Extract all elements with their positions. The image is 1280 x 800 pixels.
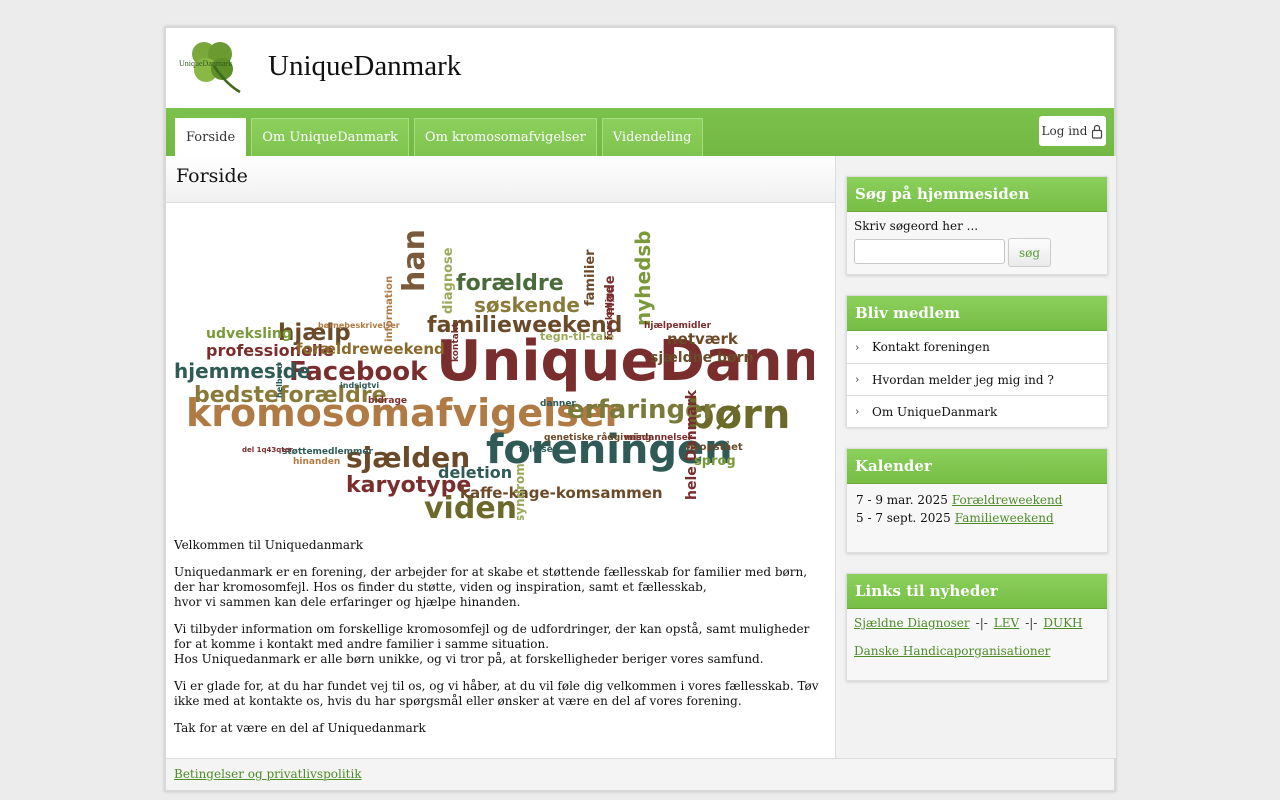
word-cloud-word: søskende [474, 293, 580, 317]
word-cloud-word: hjemmeside [174, 359, 311, 383]
word-cloud-word: indsigtvi [340, 381, 379, 390]
event-link[interactable]: Forældreweekend [952, 491, 1063, 509]
paragraph: Vi er glade for, at du har fundet vej ti… [174, 679, 819, 708]
paragraph: Uniquedanmark er en forening, der arbejd… [174, 565, 808, 609]
links-box-title: Links til nyheder [847, 574, 1107, 609]
member-box: Bliv medlem › Kontakt foreningen › Hvord… [846, 295, 1108, 427]
page-title: Forside [166, 156, 835, 203]
link-sjaeldne-diagnoser[interactable]: Sjældne Diagnoser [854, 616, 970, 631]
word-cloud-word: støttemedlemmer [282, 447, 374, 457]
word-cloud-word: netværk [667, 330, 739, 348]
login-label: Log ind [1041, 124, 1088, 138]
site-title[interactable]: UniqueDanmark [268, 50, 461, 83]
word-cloud-word: forældreweekend [296, 340, 445, 358]
links-box: Links til nyheder Sjældne Diagnoser -|- … [846, 573, 1108, 681]
link-lev[interactable]: LEV [994, 616, 1019, 631]
word-cloud-word: børnebeskrivelser [318, 321, 400, 330]
word-cloud-word: sprog [694, 454, 736, 469]
chevron-right-icon: › [855, 340, 860, 354]
menu-item-meld-ind[interactable]: › Hvordan melder jeg mig ind ? [847, 363, 1107, 395]
tab-om-uniquedanmark[interactable]: Om UniqueDanmark [251, 118, 409, 156]
word-cloud-word: danner [540, 399, 576, 409]
event-link[interactable]: Familieweekend [955, 509, 1054, 527]
calendar-box: Kalender 7 - 9 mar. 2025 Forældreweekend… [846, 448, 1108, 553]
menu-item-om[interactable]: › Om UniqueDanmark [847, 395, 1107, 427]
word-cloud-word: helbred [275, 363, 284, 398]
tab-forside[interactable]: Forside [175, 118, 247, 156]
word-cloud-word: nyhedsbrev [631, 230, 655, 326]
word-cloud-image: UniqueDanmarkkromosomafvigelserforeninge… [174, 230, 814, 520]
search-box-title: Søg på hjemmesiden [847, 177, 1107, 212]
word-cloud-word: kontakt [451, 322, 461, 362]
header: UniqueDanmark UniqueDanmark [166, 28, 1114, 108]
privacy-link[interactable]: Betingelser og privatlivspolitik [174, 767, 362, 781]
footer: Betingelser og privatlivspolitik [166, 758, 1114, 790]
paragraph: Velkommen til Uniquedanmark [174, 538, 364, 552]
calendar-box-title: Kalender [847, 449, 1107, 484]
paragraph: Tak for at være en del af Uniquedanmark [174, 721, 426, 735]
word-cloud-word: familier [583, 249, 598, 306]
word-cloud-word: kaffe-kage-komsammen [460, 484, 663, 502]
word-cloud-word: information [384, 276, 395, 342]
main-nav: Forside Om UniqueDanmark Om kromosomafvi… [166, 108, 1114, 156]
search-label: Skriv søgeord her ... [854, 219, 979, 233]
svg-text:UniqueDanmark: UniqueDanmark [179, 59, 232, 68]
word-cloud-word: følelser [519, 445, 558, 455]
word-cloud-word: syndrom [513, 463, 527, 520]
sidebar: Søg på hjemmesiden Skriv søgeord her ...… [836, 156, 1116, 758]
word-cloud-word: del 1q43qter [242, 446, 293, 454]
word-cloud-word: hjælpemidler [644, 321, 712, 331]
word-cloud-word: udveksling [206, 326, 292, 342]
lock-icon [1092, 124, 1103, 139]
word-cloud-word: UniqueDanmark [436, 329, 814, 394]
word-cloud-word: hinanden [293, 457, 340, 467]
word-cloud-word: sjældne børn [650, 350, 753, 366]
word-cloud-word: diagnose [441, 247, 456, 314]
word-cloud-word: misdannelser [624, 433, 693, 443]
calendar-event: 7 - 9 mar. 2025 Forældreweekend [856, 491, 1063, 509]
main-content: Forside UniqueDanmarkkromosomafvigelserf… [166, 156, 836, 758]
calendar-event: 5 - 7 sept. 2025 Familieweekend [856, 509, 1054, 527]
word-cloud-word: handicap [397, 230, 432, 292]
word-cloud-word: nyopstået [686, 440, 743, 453]
word-cloud-word: forskellige [605, 286, 615, 340]
search-input[interactable] [854, 239, 1005, 264]
welcome-text: Velkommen til Uniquedanmark Uniquedanmar… [174, 538, 822, 748]
tab-videndeling[interactable]: Videndeling [601, 118, 703, 156]
link-dukh[interactable]: DUKH [1043, 616, 1082, 631]
clover-logo[interactable]: UniqueDanmark [178, 36, 246, 98]
paragraph: Vi tilbyder information om forskellige k… [174, 622, 810, 666]
search-box: Søg på hjemmesiden Skriv søgeord her ...… [846, 176, 1108, 275]
menu-item-kontakt[interactable]: › Kontakt foreningen [847, 331, 1107, 363]
page-container: UniqueDanmark UniqueDanmark Forside Om U… [164, 26, 1116, 792]
chevron-right-icon: › [855, 373, 860, 386]
word-cloud-word: deletion [438, 463, 512, 482]
tab-om-kromosomafvigelser[interactable]: Om kromosomafvigelser [413, 118, 597, 156]
member-box-title: Bliv medlem [847, 296, 1107, 331]
login-button[interactable]: Log ind [1039, 116, 1106, 146]
link-danske-handicaporganisationer[interactable]: Danske Handicaporganisationer [854, 644, 1050, 659]
word-cloud-word: bidrage [368, 396, 407, 406]
search-button[interactable]: søg [1008, 238, 1051, 267]
word-cloud-word: tegn-til-tale [540, 330, 614, 343]
chevron-right-icon: › [855, 405, 860, 418]
